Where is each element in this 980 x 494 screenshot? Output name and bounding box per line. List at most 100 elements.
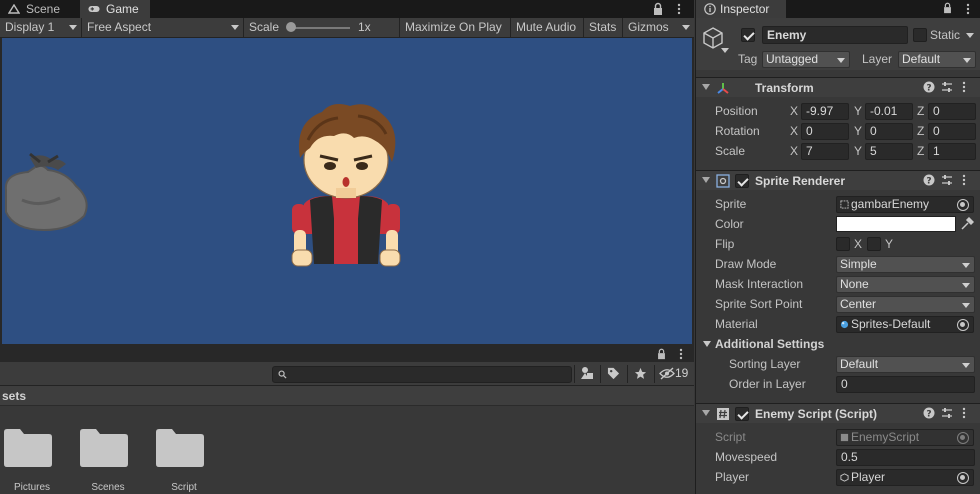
mute-audio-toggle[interactable]: Mute Audio xyxy=(511,18,584,37)
kebab-menu-icon[interactable] xyxy=(676,348,686,360)
mask-interaction-dropdown[interactable]: None xyxy=(836,276,975,293)
stats-toggle[interactable]: Stats xyxy=(584,18,623,37)
object-picker-icon[interactable] xyxy=(957,199,969,211)
display-dropdown[interactable]: Display 1 xyxy=(0,18,82,37)
breadcrumb-assets[interactable]: sets xyxy=(2,389,26,403)
component-header-icons: ? xyxy=(923,174,973,188)
sort-point-label: Sprite Sort Point xyxy=(715,297,803,311)
flip-x-checkbox[interactable] xyxy=(836,237,850,251)
chevron-down-icon[interactable] xyxy=(966,33,974,38)
project-search-input[interactable] xyxy=(272,366,572,383)
scale-z-field[interactable]: 1 xyxy=(928,143,976,160)
scale-y-field[interactable]: 5 xyxy=(865,143,913,160)
folder-item[interactable]: Scenes xyxy=(78,426,138,494)
chevron-down-icon[interactable] xyxy=(721,48,729,53)
object-name-value: Enemy xyxy=(767,28,807,42)
sorting-layer-value: Default xyxy=(840,357,879,371)
search-icon xyxy=(278,370,287,379)
flip-y-checkbox[interactable] xyxy=(867,237,881,251)
eyedropper-icon[interactable] xyxy=(960,217,974,231)
draw-mode-label: Draw Mode xyxy=(715,257,777,271)
game-viewport[interactable] xyxy=(2,38,692,344)
order-in-layer-field[interactable]: 0 xyxy=(836,376,975,393)
gamepad-icon xyxy=(88,6,100,12)
material-object-field[interactable]: Sprites-Default xyxy=(836,316,974,333)
static-checkbox[interactable] xyxy=(913,28,927,42)
scene-tabbar: Scene Game xyxy=(0,0,694,18)
folder-item[interactable]: Script xyxy=(154,426,214,494)
favorites-button[interactable] xyxy=(627,365,651,383)
object-name-field[interactable]: Enemy xyxy=(762,26,908,44)
kebab-menu-icon[interactable] xyxy=(964,3,972,15)
enemy-script-enabled-checkbox[interactable] xyxy=(735,407,749,421)
kebab-menu-icon[interactable] xyxy=(961,174,967,186)
foldout-arrow-icon[interactable] xyxy=(702,410,710,416)
active-checkbox[interactable] xyxy=(741,28,755,42)
filter-by-label-button[interactable] xyxy=(600,365,624,383)
sprite-renderer-header[interactable]: Sprite Renderer ? xyxy=(696,170,980,190)
lock-icon[interactable] xyxy=(942,2,953,14)
movespeed-field[interactable]: 0.5 xyxy=(836,449,975,466)
aspect-dropdown[interactable]: Free Aspect xyxy=(82,18,244,37)
kebab-menu-icon[interactable] xyxy=(673,3,685,15)
kebab-menu-icon[interactable] xyxy=(961,407,967,419)
maximize-on-play-toggle[interactable]: Maximize On Play xyxy=(400,18,511,37)
hidden-packages-toggle[interactable]: 19 xyxy=(654,365,692,383)
transform-header[interactable]: Transform ? xyxy=(696,77,980,97)
folder-item[interactable]: Pictures xyxy=(2,426,62,494)
lock-icon[interactable] xyxy=(656,348,667,360)
enemy-script-header[interactable]: Enemy Script (Script) ? xyxy=(696,403,980,423)
tab-game[interactable]: Game xyxy=(80,0,150,18)
lock-icon[interactable] xyxy=(652,2,664,16)
preset-sliders-icon[interactable] xyxy=(941,81,953,93)
foldout-arrow-icon[interactable] xyxy=(703,341,711,347)
layer-dropdown[interactable]: Default xyxy=(898,51,976,68)
object-picker-icon[interactable] xyxy=(957,319,969,331)
rotation-y-field[interactable]: 0 xyxy=(865,123,913,140)
cube-icon[interactable] xyxy=(702,26,724,50)
position-x-field[interactable]: -9.97 xyxy=(801,103,849,120)
preset-sliders-icon[interactable] xyxy=(941,174,953,186)
foldout-arrow-icon[interactable] xyxy=(702,84,710,90)
scale-slider-track[interactable] xyxy=(290,27,350,29)
additional-settings-foldout[interactable]: Additional Settings xyxy=(715,334,824,354)
rotation-x-field[interactable]: 0 xyxy=(801,123,849,140)
player-value: Player xyxy=(851,470,886,484)
chevron-down-icon xyxy=(962,303,970,308)
kebab-menu-icon[interactable] xyxy=(961,81,967,93)
sort-point-dropdown[interactable]: Center xyxy=(836,296,975,313)
sprite-object-field[interactable]: gambarEnemy xyxy=(836,196,974,213)
tag-dropdown[interactable]: Untagged xyxy=(762,51,850,68)
flip-y-label: Y xyxy=(885,237,894,251)
gizmos-dropdown[interactable]: Gizmos xyxy=(623,18,694,37)
sprite-renderer-title: Sprite Renderer xyxy=(755,174,846,188)
scale-x-field[interactable]: 7 xyxy=(801,143,849,160)
enemy-sprite[interactable] xyxy=(288,100,404,270)
sprite-label: Sprite xyxy=(715,197,747,211)
scale-slider-handle[interactable] xyxy=(286,22,296,32)
transform-icon xyxy=(717,83,729,94)
sorting-layer-dropdown[interactable]: Default xyxy=(836,356,975,373)
filter-type-icon xyxy=(581,367,593,379)
rotation-z-field[interactable]: 0 xyxy=(928,123,976,140)
draw-mode-dropdown[interactable]: Simple xyxy=(836,256,975,273)
help-icon[interactable]: ? xyxy=(923,407,935,419)
preset-sliders-icon[interactable] xyxy=(941,407,953,419)
help-icon[interactable]: ? xyxy=(923,174,935,186)
position-z-field[interactable]: 0 xyxy=(928,103,976,120)
sprite-renderer-enabled-checkbox[interactable] xyxy=(735,174,749,188)
filter-by-type-button[interactable] xyxy=(574,365,598,383)
position-y-field[interactable]: -0.01 xyxy=(865,103,913,120)
display-label: Display 1 xyxy=(5,20,55,34)
help-icon[interactable]: ? xyxy=(923,81,935,93)
svg-text:?: ? xyxy=(926,410,931,420)
player-object-field[interactable]: Player xyxy=(836,469,974,486)
foldout-arrow-icon[interactable] xyxy=(702,177,710,183)
object-picker-icon[interactable] xyxy=(957,472,969,484)
tab-inspector[interactable]: Inspector xyxy=(696,0,786,18)
tab-scene[interactable]: Scene xyxy=(0,0,80,18)
axis-z-label: Z xyxy=(917,104,925,118)
sorting-layer-label: Sorting Layer xyxy=(729,357,801,371)
axis-x-label: X xyxy=(790,144,799,158)
color-swatch[interactable] xyxy=(836,216,956,232)
